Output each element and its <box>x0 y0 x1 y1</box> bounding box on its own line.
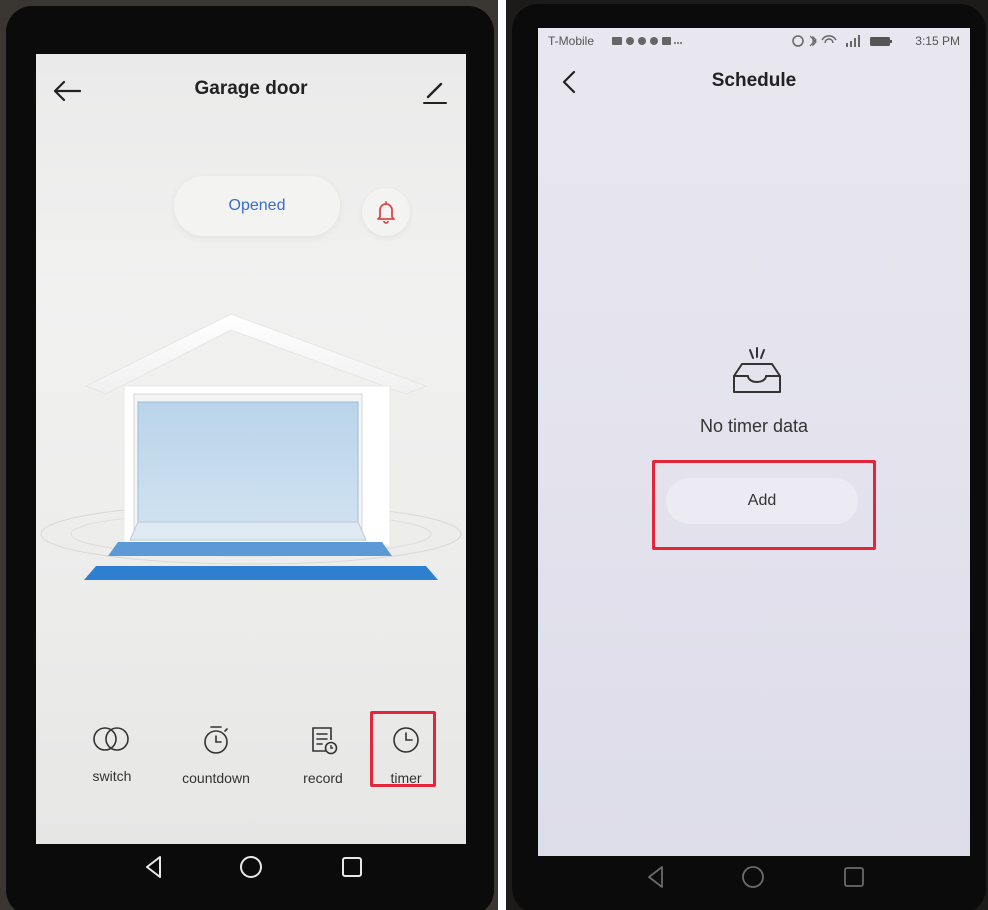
right-phone-photo: T-Mobile 3:15 PM Schedule No timer data … <box>506 0 988 910</box>
empty-tray-icon <box>733 347 781 393</box>
system-nav-bar <box>6 842 494 902</box>
circle-home-icon[interactable] <box>238 854 264 880</box>
stopwatch-icon <box>204 726 228 754</box>
phone-frame: T-Mobile 3:15 PM Schedule No timer data … <box>512 4 986 910</box>
clock-label: 3:15 PM <box>915 34 960 48</box>
pencil-icon[interactable] <box>420 78 450 106</box>
app-bar: Schedule <box>538 54 970 110</box>
add-highlight-box <box>652 460 876 550</box>
timer-highlight-box <box>370 711 436 787</box>
door-status-label: Opened <box>228 197 286 214</box>
countdown-function[interactable]: countdown <box>171 714 261 786</box>
page-title: Schedule <box>711 70 797 91</box>
countdown-label: countdown <box>182 770 250 786</box>
status-bar: T-Mobile 3:15 PM <box>538 28 970 54</box>
square-recent-icon[interactable] <box>842 865 866 889</box>
schedule-screen: T-Mobile 3:15 PM Schedule No timer data … <box>538 28 970 856</box>
garage-illustration <box>40 313 462 580</box>
page-title: Garage door <box>194 78 308 99</box>
record-label: record <box>303 770 343 786</box>
record-function[interactable]: record <box>278 714 368 786</box>
triangle-back-icon[interactable] <box>142 854 166 880</box>
system-status-icons <box>792 35 892 47</box>
bell-icon <box>377 201 395 224</box>
switch-label: switch <box>92 768 132 784</box>
record-list-icon <box>312 727 338 755</box>
app-bar: Garage door <box>36 54 466 126</box>
switch-icon <box>93 727 129 751</box>
door-status-pill: Opened <box>174 176 340 236</box>
circle-home-icon[interactable] <box>740 864 766 890</box>
square-recent-icon[interactable] <box>340 855 364 879</box>
notification-icons <box>612 37 682 45</box>
empty-state-message: No timer data <box>699 416 809 436</box>
switch-function[interactable]: switch <box>67 714 157 784</box>
carrier-label: T-Mobile <box>548 34 595 48</box>
triangle-back-icon[interactable] <box>644 864 668 890</box>
system-nav-bar <box>512 850 986 904</box>
alarm-button[interactable] <box>362 188 410 236</box>
